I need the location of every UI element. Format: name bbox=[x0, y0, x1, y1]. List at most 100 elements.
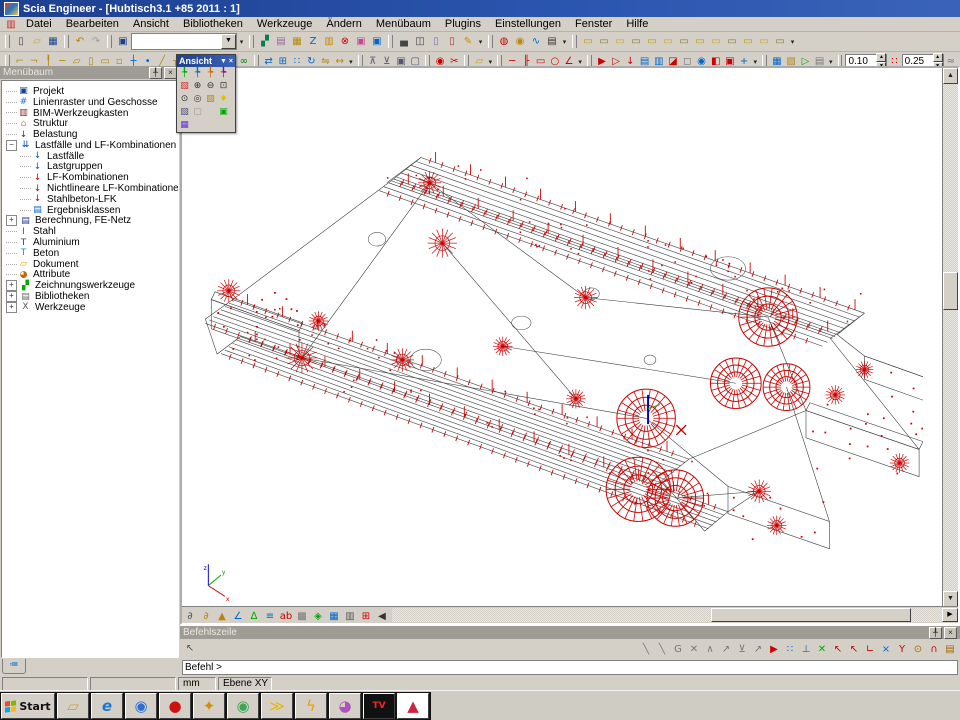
chevron-down-icon[interactable]: ▾ bbox=[788, 38, 797, 46]
gallery-icon[interactable]: ▣ bbox=[353, 34, 369, 49]
document2-icon[interactable]: ▯ bbox=[444, 34, 460, 49]
tree-item-berechnung-fe-netz[interactable]: +▤Berechnung, FE-Netz bbox=[2, 216, 178, 227]
winamp-icon[interactable]: ϟ bbox=[295, 693, 327, 719]
tree-item-struktur[interactable]: ⌂Struktur bbox=[2, 118, 178, 129]
command-input[interactable] bbox=[182, 660, 958, 675]
toolbar-grip[interactable] bbox=[488, 35, 493, 48]
link-icon[interactable]: ∂ bbox=[182, 609, 198, 624]
spin-up-icon[interactable]: ▲ bbox=[876, 53, 886, 62]
expand-icon[interactable]: + bbox=[6, 215, 17, 226]
snap-line1-icon[interactable]: ╲ bbox=[638, 642, 654, 657]
tree-item-ergebnisklassen[interactable]: ▤Ergebnisklassen bbox=[2, 205, 178, 216]
render-mode-icon[interactable]: ▩ bbox=[294, 609, 310, 624]
axes-display-icon[interactable]: ∠ bbox=[230, 609, 246, 624]
tree-item-lf-kombinationen[interactable]: ↓LF-Kombinationen bbox=[2, 172, 178, 183]
tree-item-belastung[interactable]: ↓Belastung bbox=[2, 129, 178, 140]
tree-item-lastgruppen[interactable]: ↓Lastgruppen bbox=[2, 162, 178, 173]
arrows-app-icon[interactable]: ≫ bbox=[261, 693, 293, 719]
menu-bearbeiten[interactable]: Bearbeiten bbox=[59, 18, 126, 30]
expand-icon[interactable]: + bbox=[6, 302, 17, 313]
chevron-down-icon[interactable]: ▾ bbox=[486, 58, 494, 66]
close-icon[interactable]: × bbox=[229, 58, 233, 65]
redo-icon[interactable]: ↷ bbox=[88, 34, 104, 49]
bim-toolbox-icon[interactable]: ▞ bbox=[257, 34, 273, 49]
child-window-icon[interactable]: ▥ bbox=[3, 19, 19, 30]
snap-arc-icon[interactable]: G bbox=[670, 642, 686, 657]
media-player-icon[interactable]: ◉ bbox=[125, 693, 157, 719]
undo-icon[interactable]: ↶ bbox=[72, 34, 88, 49]
menu-hilfe[interactable]: Hilfe bbox=[619, 18, 655, 30]
tree-item-lastf-lle[interactable]: ↓Lastfälle bbox=[2, 151, 178, 162]
labels-view-icon[interactable]: ▭ bbox=[676, 34, 692, 49]
paperspace-icon[interactable]: ▣ bbox=[369, 34, 385, 49]
chevron-down-icon[interactable]: ▾ bbox=[476, 38, 485, 46]
menu-werkzeuge[interactable]: Werkzeuge bbox=[250, 18, 319, 30]
chevron-down-icon[interactable]: ▾ bbox=[347, 58, 355, 66]
close-icon[interactable]: × bbox=[944, 627, 957, 639]
snap-perp-icon[interactable]: ∟ bbox=[862, 642, 878, 657]
scroll-down-icon[interactable]: ▼ bbox=[943, 591, 958, 607]
pin-icon[interactable]: ╀ bbox=[149, 67, 162, 79]
coordinate-icon[interactable]: Z bbox=[305, 34, 321, 49]
line-grid-icon[interactable]: ⊥ bbox=[798, 642, 814, 657]
snap-mid-icon[interactable]: ⊻ bbox=[734, 642, 750, 657]
storey-icon[interactable]: ▦ bbox=[289, 34, 305, 49]
fe-mesh-icon[interactable]: ⊞ bbox=[358, 609, 374, 624]
tree-item-projekt[interactable]: ▣Projekt bbox=[2, 86, 178, 97]
print-icon[interactable]: ▄ bbox=[396, 34, 412, 49]
results-display-icon[interactable]: ▥ bbox=[342, 609, 358, 624]
model-data-display-icon[interactable]: ▭ bbox=[724, 34, 740, 49]
chevron-down-icon[interactable]: ▾ bbox=[576, 58, 584, 66]
local-axes-icon[interactable]: ▭ bbox=[740, 34, 756, 49]
menu-fenster[interactable]: Fenster bbox=[568, 18, 619, 30]
wintv-icon[interactable]: TV bbox=[363, 693, 395, 719]
chevron-down-icon[interactable]: ▾ bbox=[827, 58, 835, 66]
tree-item-zeichnungswerkzeuge[interactable]: +▞Zeichnungswerkzeuge bbox=[2, 280, 178, 291]
scroll-right-icon[interactable]: ▶ bbox=[942, 608, 958, 622]
wire-render-icon[interactable]: ▦ bbox=[178, 119, 191, 132]
grid-snap-icon[interactable]: ✕ bbox=[814, 642, 830, 657]
internet-explorer-icon[interactable]: e bbox=[91, 693, 123, 719]
render-options-icon[interactable]: ▭ bbox=[772, 34, 788, 49]
tree-item-nichtlineare-lf-kombinationen[interactable]: ↓Nichtlineare LF-Kombinationen bbox=[2, 183, 178, 194]
tree-item-stahl[interactable]: IStahl bbox=[2, 226, 178, 237]
render-window-icon[interactable]: ▣ bbox=[217, 106, 230, 119]
project-window-icon[interactable]: ▣ bbox=[115, 34, 131, 49]
scroll-left-icon[interactable]: ◀ bbox=[374, 609, 390, 624]
hand-app-icon[interactable]: ● bbox=[159, 693, 191, 719]
folder-props-icon[interactable]: ▥ bbox=[321, 34, 337, 49]
combo-dropdown-icon[interactable]: ▼ bbox=[221, 34, 236, 49]
paint-app-icon[interactable]: ◕ bbox=[329, 693, 361, 719]
link2-icon[interactable]: ∂ bbox=[198, 609, 214, 624]
chevron-down-icon[interactable]: ▼ bbox=[220, 58, 227, 65]
hidden-lines-icon[interactable]: ▭ bbox=[628, 34, 644, 49]
engineering-report-icon[interactable]: ▤ bbox=[544, 34, 560, 49]
calculator-icon[interactable]: ◍ bbox=[496, 34, 512, 49]
tree-item-beton[interactable]: TBeton bbox=[2, 248, 178, 259]
vertical-scroll-thumb[interactable] bbox=[943, 272, 958, 310]
abc-icon[interactable]: ab bbox=[278, 609, 294, 624]
chrome-icon[interactable]: ◉ bbox=[227, 693, 259, 719]
snap-endpoint-icon[interactable]: ↖ bbox=[830, 642, 846, 657]
selection-cursor-icon[interactable]: ↖ bbox=[182, 641, 198, 656]
layers-icon[interactable]: ▤ bbox=[273, 34, 289, 49]
snap-intersect-icon[interactable]: × bbox=[878, 642, 894, 657]
design-app-icon[interactable]: ✦ bbox=[193, 693, 225, 719]
tree-item-dokument[interactable]: ▱Dokument bbox=[2, 259, 178, 270]
vertical-scrollbar[interactable]: ▲ ▼ bbox=[942, 68, 958, 607]
numbering-icon[interactable]: ▭ bbox=[756, 34, 772, 49]
chevron-down-icon[interactable]: ▾ bbox=[560, 38, 569, 46]
model-data-icon[interactable]: ▦ bbox=[326, 609, 342, 624]
snap-table-icon[interactable]: ▤ bbox=[942, 642, 958, 657]
toolbar-grip[interactable] bbox=[249, 35, 254, 48]
tree-item-attribute[interactable]: ◕Attribute bbox=[2, 270, 178, 281]
new-document-icon[interactable]: ▯ bbox=[13, 34, 29, 49]
collapse-icon[interactable]: − bbox=[6, 140, 17, 151]
toolbar-grip[interactable] bbox=[5, 35, 10, 48]
menu-bibliotheken[interactable]: Bibliotheken bbox=[176, 18, 250, 30]
model-viewport[interactable]: zyx ▲ ▼ ∂∂▲∠∆≡ab▩◈▦▥⊞◀ ▶ bbox=[180, 66, 960, 625]
results-icon[interactable]: ∿ bbox=[528, 34, 544, 49]
shrink-icon[interactable]: ◈ bbox=[310, 609, 326, 624]
edit-page-icon[interactable]: ✎ bbox=[460, 34, 476, 49]
tree-item-lastf-lle-und-lf-kombinationen[interactable]: −⇊Lastfälle und LF-Kombinationen bbox=[2, 140, 178, 151]
